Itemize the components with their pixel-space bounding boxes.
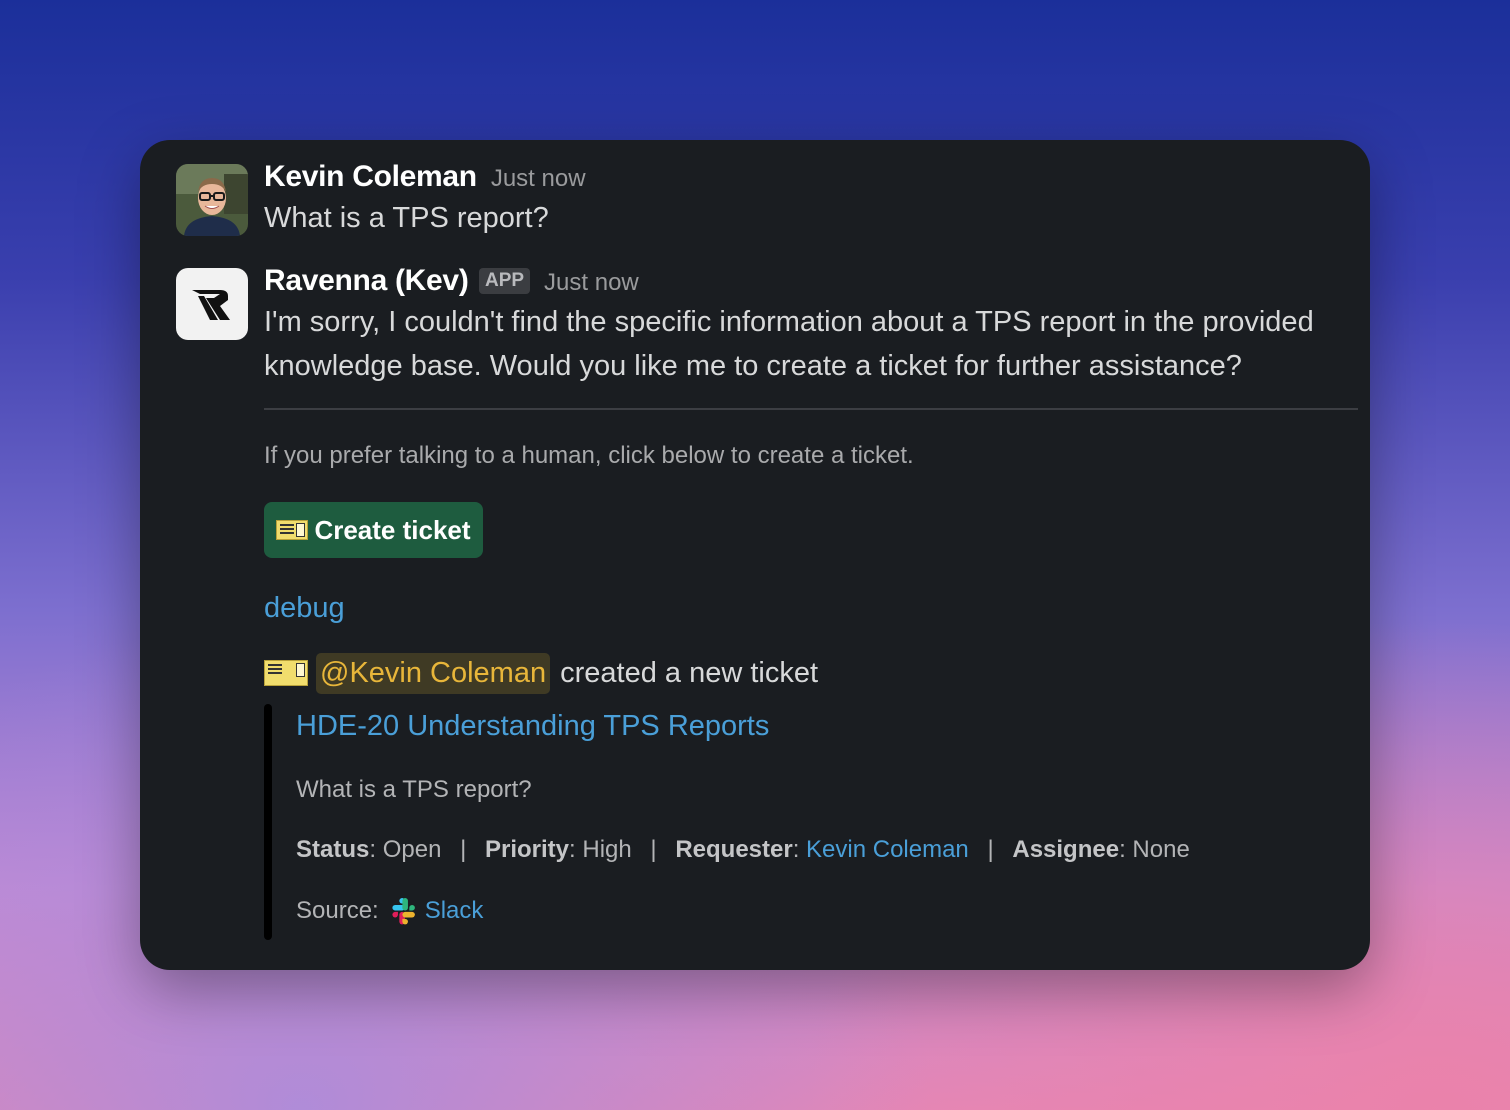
attachment-bar [264, 704, 272, 940]
message-text: What is a TPS report? [264, 202, 549, 234]
ticket-description: What is a TPS report? [296, 776, 532, 803]
timestamp[interactable]: Just now [491, 165, 586, 192]
avatar-ravenna[interactable] [176, 268, 248, 340]
divider [264, 408, 1358, 410]
ticket-icon [276, 520, 309, 540]
priority-label: Priority [485, 836, 570, 863]
create-ticket-button[interactable]: Create ticket [264, 502, 483, 558]
assignee-label: Assignee [1012, 836, 1120, 863]
author-name[interactable]: Ravenna (Kev) [264, 264, 469, 297]
create-ticket-label: Create ticket [314, 514, 471, 545]
requester-label: Requester [675, 836, 793, 863]
app-badge: APP [478, 268, 531, 294]
status-value: Open [382, 836, 442, 863]
hint-text: If you prefer talking to a human, click … [264, 442, 914, 469]
slack-icon [392, 898, 415, 925]
user-photo-icon [176, 164, 248, 236]
source-label: Source: [296, 897, 379, 924]
message-kevin: Kevin Coleman Just now What is a TPS repo… [264, 160, 586, 240]
ticket-icon [264, 660, 308, 686]
status-label: Status [296, 836, 370, 863]
separator: | [650, 836, 657, 863]
ticket-title-link[interactable]: HDE-20 Understanding TPS Reports [296, 710, 769, 743]
requester-link[interactable]: Kevin Coleman [806, 836, 969, 863]
separator: | [987, 836, 994, 863]
ravenna-logo-icon [192, 290, 230, 320]
timestamp[interactable]: Just now [544, 269, 639, 296]
ticket-fields: Status: Open | Priority: High | Requeste… [296, 836, 1190, 863]
debug-link[interactable]: debug [264, 592, 345, 625]
message-card: Kevin Coleman Just now What is a TPS repo… [140, 140, 1370, 970]
separator: | [460, 836, 467, 863]
created-text: created a new ticket [560, 656, 819, 689]
avatar-kevin-coleman[interactable] [176, 164, 248, 236]
message-ravenna: Ravenna (Kev) APP Just now I'm sorry, I c… [264, 264, 1358, 388]
ticket-source: Source: Slack [296, 896, 483, 926]
author-name[interactable]: Kevin Coleman [264, 160, 477, 193]
assignee-value: None [1132, 836, 1190, 863]
source-link[interactable]: Slack [425, 897, 484, 925]
priority-value: High [582, 836, 632, 863]
ticket-created-line: @Kevin Coleman created a new ticket [264, 648, 818, 698]
user-mention[interactable]: @Kevin Coleman [316, 652, 551, 694]
message-text: I'm sorry, I couldn't find the specific … [264, 306, 1314, 382]
